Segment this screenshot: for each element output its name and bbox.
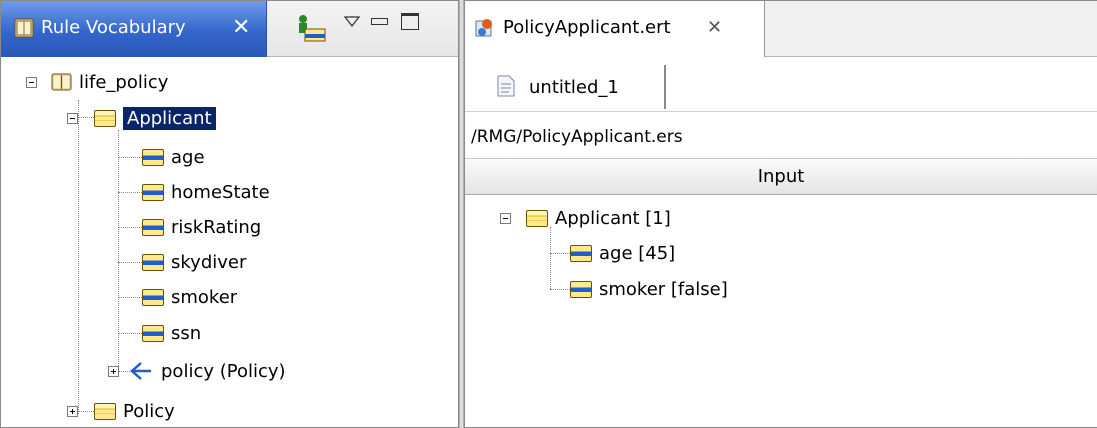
- tree-item-policy-association[interactable]: policy (Policy): [108, 356, 286, 386]
- tree-item-label: age: [171, 146, 205, 168]
- tree-item-label: riskRating: [171, 216, 262, 238]
- tree-item-label: ssn: [171, 322, 202, 344]
- maximize-icon[interactable]: [401, 13, 419, 30]
- subtab-label: untitled_1: [529, 77, 619, 98]
- tab-policyapplicant[interactable]: PolicyApplicant.ert ✕: [465, 1, 765, 57]
- tree-item-label: age [45]: [599, 242, 676, 264]
- add-entity-icon[interactable]: [295, 13, 329, 45]
- tree-item-label: policy (Policy): [161, 360, 286, 382]
- tree-item-label: smoker: [171, 286, 238, 308]
- minimize-icon[interactable]: [371, 18, 388, 25]
- entity-icon: [94, 109, 116, 127]
- tree-item-label: homeState: [171, 181, 270, 203]
- editor-tab-bar: PolicyApplicant.ert ✕: [465, 1, 1097, 57]
- path-label: /RMG/PolicyApplicant.ers: [471, 127, 683, 147]
- close-icon[interactable]: ✕: [707, 17, 722, 38]
- tree-item-smoker[interactable]: smoker: [142, 282, 237, 312]
- attribute-icon: [142, 324, 164, 342]
- tab-rule-vocabulary-label: Rule Vocabulary: [41, 17, 186, 38]
- close-icon[interactable]: ✕: [232, 15, 250, 40]
- entity-icon: [526, 209, 548, 227]
- tree-item-ssn[interactable]: ssn: [142, 318, 201, 348]
- tree-item-label: skydiver: [171, 251, 247, 273]
- input-column-header[interactable]: Input: [465, 158, 1097, 195]
- editor-area: PolicyApplicant.ert ✕ untitled_1 /RMG/Po…: [464, 0, 1097, 428]
- book-icon: [13, 16, 35, 40]
- tab-rule-vocabulary[interactable]: Rule Vocabulary ✕: [1, 1, 267, 57]
- collapse-icon[interactable]: [500, 212, 511, 224]
- left-view-header: Rule Vocabulary ✕: [1, 1, 458, 57]
- tree-item-label: Applicant: [123, 106, 216, 130]
- subtab-untitled-1[interactable]: untitled_1: [485, 65, 666, 109]
- attribute-icon: [142, 183, 164, 201]
- input-tree-age[interactable]: age [45]: [570, 238, 675, 268]
- tab-policyapplicant-label: PolicyApplicant.ert: [503, 17, 671, 38]
- tree-item-policy[interactable]: Policy: [67, 396, 175, 426]
- ruletest-file-icon: [473, 16, 497, 40]
- attribute-icon: [142, 253, 164, 271]
- association-icon: [129, 361, 153, 381]
- attribute-icon: [142, 218, 164, 236]
- expand-icon[interactable]: [67, 405, 78, 417]
- tree-item-riskrating[interactable]: riskRating: [142, 212, 261, 242]
- view-menu-icon[interactable]: [343, 13, 361, 28]
- subtab-bar: untitled_1: [465, 57, 1097, 112]
- tree-item-life-policy[interactable]: life_policy: [26, 67, 168, 97]
- attribute-icon: [142, 148, 164, 166]
- expand-icon[interactable]: [108, 365, 119, 377]
- collapse-icon[interactable]: [26, 76, 37, 88]
- tree-item-homestate[interactable]: homeState: [142, 177, 270, 207]
- tree-item-skydiver[interactable]: skydiver: [142, 247, 246, 277]
- rule-vocabulary-view: Rule Vocabulary ✕ life_policy Applicant …: [0, 0, 459, 428]
- input-tree-applicant[interactable]: Applicant [1]: [500, 203, 671, 233]
- tree-item-age[interactable]: age: [142, 142, 205, 172]
- tree-item-applicant[interactable]: Applicant: [67, 103, 216, 133]
- attribute-icon: [570, 280, 592, 298]
- document-icon: [497, 75, 515, 97]
- attribute-icon: [142, 288, 164, 306]
- tree-item-label: Applicant [1]: [555, 207, 671, 229]
- attribute-icon: [570, 244, 592, 262]
- input-header-label: Input: [757, 166, 805, 187]
- input-tree-smoker[interactable]: smoker [false]: [570, 274, 728, 304]
- collapse-icon[interactable]: [67, 112, 78, 124]
- tree-item-label: Policy: [123, 400, 175, 422]
- book-icon: [51, 72, 72, 92]
- tree-item-label: smoker [false]: [599, 278, 728, 300]
- entity-icon: [94, 402, 116, 420]
- tree-item-label: life_policy: [79, 71, 169, 93]
